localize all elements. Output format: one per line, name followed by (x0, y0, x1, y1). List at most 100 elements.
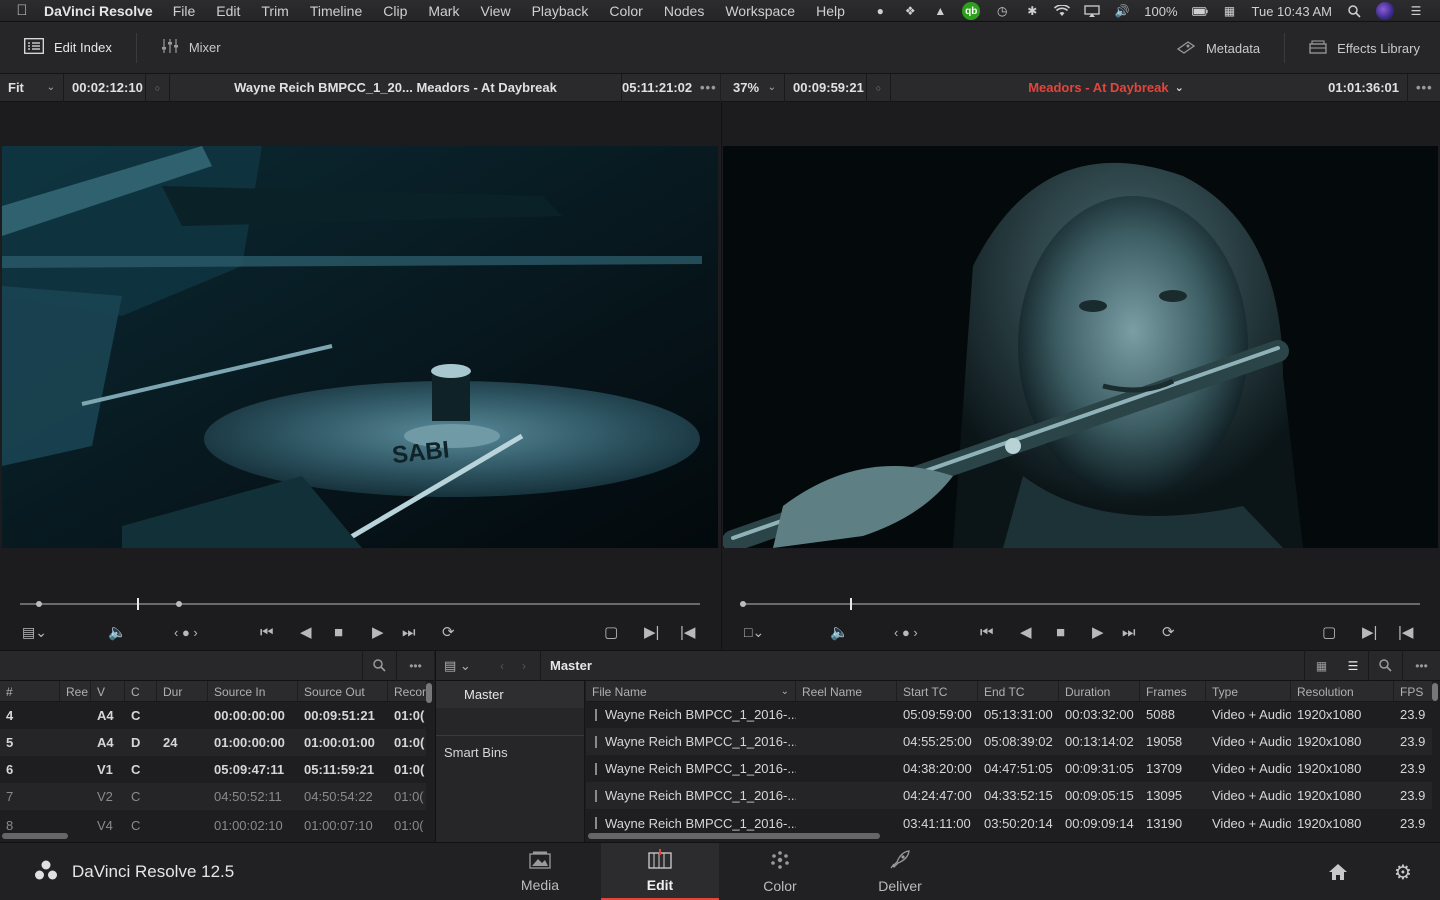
source-jog-icon[interactable]: ‹ ● › (174, 625, 198, 640)
menu-color[interactable]: Color (609, 3, 642, 19)
col-source-in[interactable]: Source In (208, 681, 298, 702)
col-duration-tc[interactable]: Duration (1059, 681, 1140, 702)
page-tab-media[interactable]: Media (481, 843, 599, 900)
timeline-timecode-left[interactable]: 00:09:59:21 (785, 73, 867, 102)
timeline-scrubber[interactable] (742, 603, 1420, 605)
clip-row[interactable]: Wayne Reich BMPCC_1_2016-... 04:55:25:00… (586, 728, 1432, 755)
calendar-icon[interactable]: ▦ (1222, 4, 1238, 18)
edit-index-hscroll[interactable] (2, 833, 68, 839)
source-play-reverse-icon[interactable]: ◀ (300, 623, 312, 641)
source-in-marker[interactable] (36, 601, 42, 607)
battery-icon[interactable] (1191, 4, 1208, 18)
col-frames[interactable]: Frames (1140, 681, 1206, 702)
clip-row[interactable]: Wayne Reich BMPCC_1_2016-... 04:38:20:00… (586, 755, 1432, 782)
media-pool-options-icon[interactable]: ••• (1402, 650, 1440, 681)
back-chevron-icon[interactable]: ‹ (500, 659, 504, 673)
timeline-prev-edit-icon[interactable]: |◀ (1398, 623, 1413, 641)
page-tab-edit[interactable]: Edit (601, 843, 719, 900)
source-last-frame-icon[interactable]: ⏭ (402, 624, 416, 641)
menu-mark[interactable]: Mark (428, 3, 459, 19)
siri-icon[interactable] (1376, 2, 1394, 20)
page-tab-color[interactable]: Color (721, 843, 839, 900)
timeline-volume-icon[interactable]: 🔈 (830, 623, 849, 641)
timeline-marker-icon[interactable]: ○ (867, 73, 891, 102)
source-playhead[interactable] (137, 598, 139, 610)
apple-menu-icon[interactable]:  (0, 2, 44, 19)
menu-help[interactable]: Help (816, 3, 845, 19)
source-options-icon[interactable]: ••• (692, 74, 720, 102)
spotlight-search-icon[interactable] (1346, 4, 1362, 18)
table-row[interactable]: 5 A4 D 24 01:00:00:00 01:00:01:00 01:0( (0, 729, 426, 756)
timeline-safe-area-icon[interactable]: □⌄ (744, 624, 764, 641)
list-view-icon[interactable]: ☰ (1338, 650, 1368, 681)
source-scrubber[interactable] (20, 603, 700, 605)
timeline-playhead[interactable] (850, 598, 852, 610)
source-marker-icon[interactable]: ○ (146, 73, 170, 102)
timeline-name-dropdown[interactable]: Meadors - At Daybreak ⌄ (891, 74, 1321, 102)
source-timecode-right[interactable]: 05:11:21:02 (622, 74, 692, 102)
timeline-loop-icon[interactable]: ⟳ (1162, 623, 1175, 641)
source-first-frame-icon[interactable]: ⏮ (260, 624, 274, 641)
menu-workspace[interactable]: Workspace (725, 3, 795, 19)
bin-master[interactable]: Master (436, 681, 584, 708)
app-name-menu[interactable]: DaVinci Resolve (44, 3, 153, 19)
table-row[interactable]: 6 V1 C 05:09:47:11 05:11:59:21 01:0( (0, 756, 426, 783)
col-type[interactable]: Type (1206, 681, 1291, 702)
media-pool-hscroll[interactable] (588, 833, 880, 839)
source-clip-view-icon[interactable]: ▤⌄ (22, 624, 47, 641)
source-out-marker[interactable] (176, 601, 182, 607)
time-machine-icon[interactable]: ◷ (994, 4, 1010, 18)
col-start-tc[interactable]: Start TC (897, 681, 978, 702)
timeline-stop-icon[interactable]: ■ (1056, 624, 1065, 641)
col-duration[interactable]: Dur (157, 681, 208, 702)
menu-clip[interactable]: Clip (383, 3, 407, 19)
source-volume-icon[interactable]: 🔈 (108, 623, 127, 641)
timeline-jog-icon[interactable]: ‹ ● › (894, 625, 918, 640)
timeline-play-icon[interactable]: ▶ (1092, 623, 1104, 641)
table-row[interactable]: 7 V2 C 04:50:52:11 04:50:54:22 01:0( (0, 783, 426, 810)
source-play-icon[interactable]: ▶ (372, 623, 384, 641)
media-pool-vscroll[interactable] (1432, 683, 1438, 701)
edit-index-vscroll[interactable] (426, 683, 432, 703)
volume-icon[interactable]: 🔊 (1114, 4, 1130, 18)
thumbnail-view-icon[interactable]: ▦ (1304, 650, 1338, 681)
table-row[interactable]: 4 A4 C 00:00:00:00 00:09:51:21 01:0( (0, 702, 426, 729)
menu-playback[interactable]: Playback (532, 3, 589, 19)
metadata-button[interactable]: Metadata (1152, 22, 1284, 74)
quickbooks-icon[interactable]: qb (962, 2, 981, 20)
notification-center-icon[interactable]: ☰ (1408, 4, 1424, 18)
timeline-last-frame-icon[interactable]: ⏭ (1122, 624, 1136, 641)
col-record[interactable]: Recor (388, 681, 426, 702)
table-row[interactable]: 8 V4 C 01:00:02:10 01:00:07:10 01:0( (0, 810, 426, 833)
source-zoom-dropdown[interactable]: Fit ⌄ (0, 73, 64, 102)
timeline-next-edit-icon[interactable]: ▶| (1362, 623, 1377, 641)
home-icon[interactable] (1328, 863, 1348, 884)
smart-bins-header[interactable]: Smart Bins (436, 736, 584, 768)
effects-library-button[interactable]: Effects Library (1285, 22, 1440, 74)
dropbox-icon[interactable]: ❖ (902, 4, 918, 18)
col-reel[interactable]: Ree (60, 681, 91, 702)
col-cut[interactable]: C (125, 681, 157, 702)
col-source-out[interactable]: Source Out (298, 681, 388, 702)
col-video[interactable]: V (91, 681, 125, 702)
menu-timeline[interactable]: Timeline (310, 3, 362, 19)
menu-view[interactable]: View (480, 3, 510, 19)
media-pool-search-icon[interactable] (1368, 650, 1402, 681)
source-loop-icon[interactable]: ⟳ (442, 623, 455, 641)
edit-index-options-icon[interactable]: ••• (396, 650, 434, 681)
menu-trim[interactable]: Trim (261, 3, 288, 19)
source-prev-edit-icon[interactable]: |◀ (680, 623, 695, 641)
timeline-in-marker[interactable] (740, 601, 746, 607)
google-drive-icon[interactable]: ▲ (932, 4, 948, 18)
creative-cloud-icon[interactable]: ● (872, 4, 888, 18)
col-resolution[interactable]: Resolution (1291, 681, 1394, 702)
menu-nodes[interactable]: Nodes (664, 3, 704, 19)
timeline-play-reverse-icon[interactable]: ◀ (1020, 623, 1032, 641)
clip-row[interactable]: Wayne Reich BMPCC_1_2016-... 05:09:59:00… (586, 701, 1432, 728)
timeline-options-icon[interactable]: ••• (1407, 73, 1437, 102)
edit-index-button[interactable]: Edit Index (0, 22, 136, 74)
col-end-tc[interactable]: End TC (978, 681, 1059, 702)
bin-list-toggle-icon[interactable]: ▤ ⌄ (444, 658, 471, 674)
timeline-video-frame[interactable] (723, 146, 1438, 548)
col-number[interactable]: # (0, 681, 60, 702)
